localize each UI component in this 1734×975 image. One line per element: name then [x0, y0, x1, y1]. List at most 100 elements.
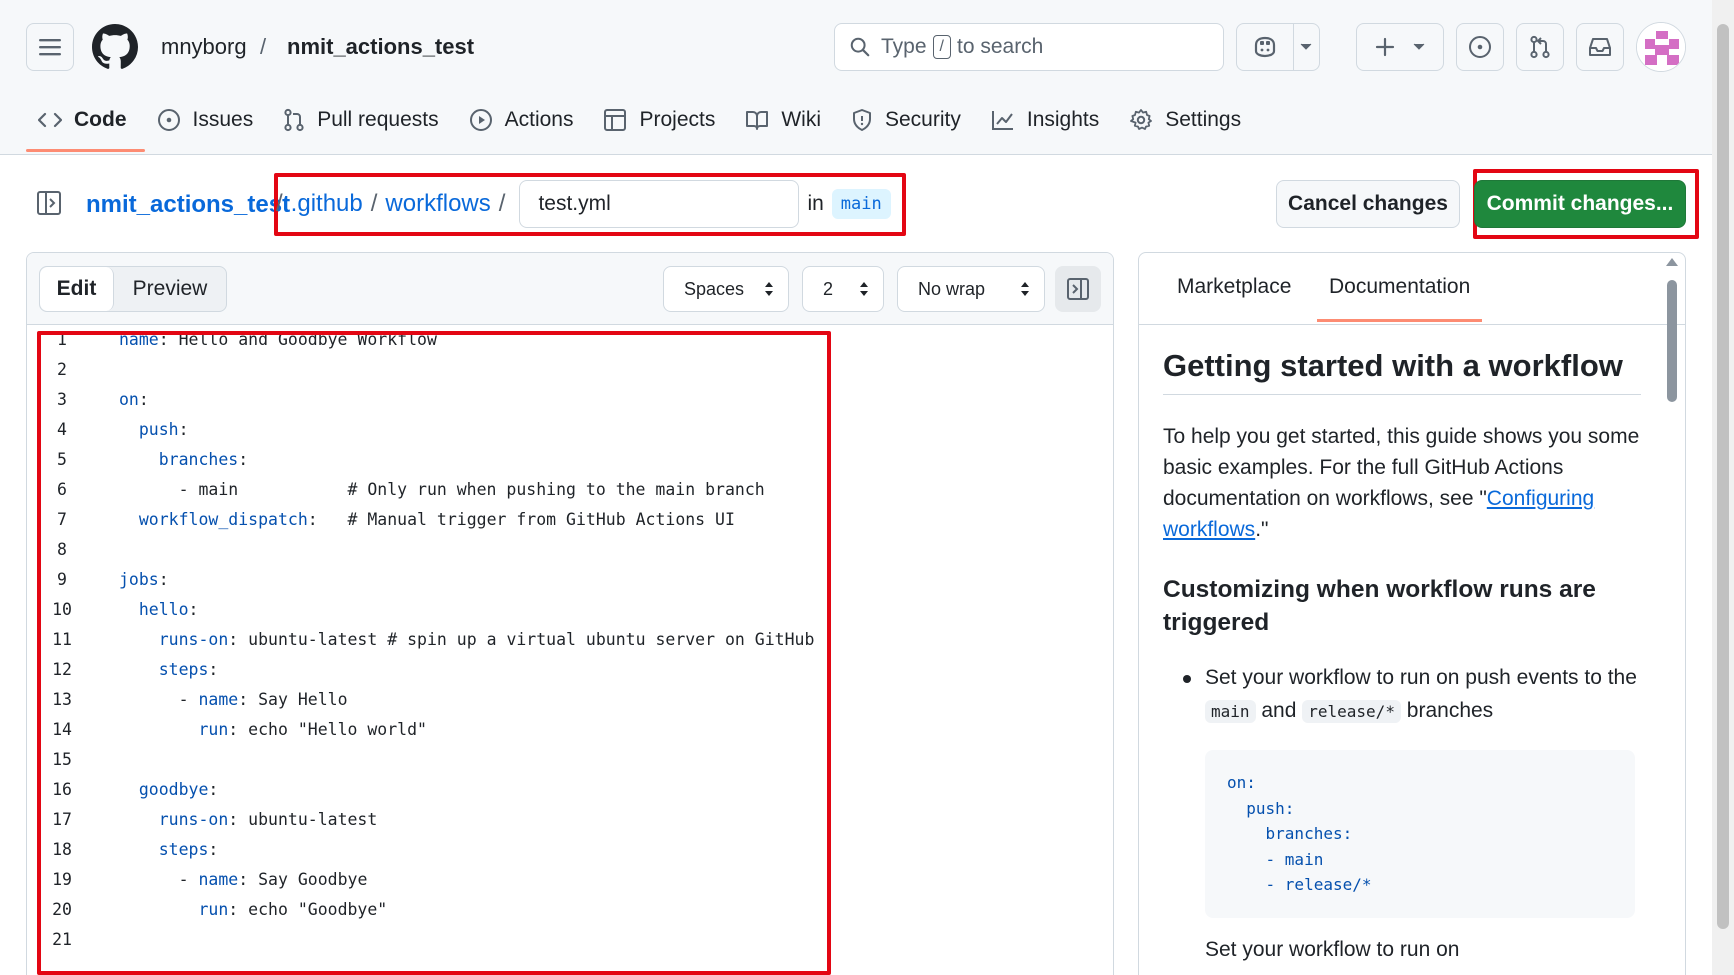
tab-issues[interactable]: Issues: [145, 96, 272, 144]
owner-repo-separator: /: [260, 34, 267, 59]
indent-size-value: 2: [823, 278, 834, 299]
repo-nav: Code Issues Pull requests Actions Projec…: [26, 96, 1259, 154]
shield-icon: [853, 109, 871, 131]
docs-title: Getting started with a workflow: [1163, 348, 1641, 395]
inline-code-release: release/*: [1302, 700, 1401, 723]
docs-intro: To help you get started, this guide show…: [1163, 421, 1641, 545]
tab-actions[interactable]: Actions: [457, 96, 592, 144]
docs-next-bullet: Set your workflow to run on: [1205, 937, 1460, 961]
tab-label: Code: [74, 108, 127, 131]
tab-projects[interactable]: Projects: [591, 96, 733, 144]
docs-scrollbar[interactable]: [1664, 258, 1680, 958]
tab-preview[interactable]: Preview: [114, 267, 226, 311]
indent-mode-value: Spaces: [684, 278, 745, 299]
issue-opened-icon: [1469, 36, 1491, 58]
tab-security[interactable]: Security: [839, 96, 979, 144]
code-highlight-box: [37, 331, 831, 975]
search-suffix: to search: [956, 35, 1044, 58]
repo-link[interactable]: nmit_actions_test: [287, 34, 474, 60]
copilot-icon: [1254, 36, 1275, 58]
table-icon: [604, 109, 627, 131]
pull-requests-button[interactable]: [1516, 23, 1564, 71]
cancel-changes-button[interactable]: Cancel changes: [1276, 180, 1460, 228]
owner-link[interactable]: mnyborg: [161, 34, 247, 60]
page-scrollbar[interactable]: [1712, 0, 1734, 975]
tab-edit[interactable]: Edit: [40, 267, 114, 311]
wrap-mode-value: No wrap: [918, 278, 986, 299]
edit-preview-toggle: Edit Preview: [39, 266, 227, 312]
toggle-docs-panel-button[interactable]: [1055, 266, 1101, 312]
tab-marketplace[interactable]: Marketplace: [1177, 275, 1291, 299]
sidebar-collapse-icon: [1067, 278, 1089, 300]
gear-icon: [1130, 109, 1153, 130]
wrap-mode-select[interactable]: No wrap: [897, 266, 1045, 312]
tab-label: Wiki: [781, 108, 821, 131]
docs-section-title: Customizing when workflow runs are trigg…: [1163, 576, 1596, 636]
tab-label: Pull requests: [317, 108, 439, 131]
plus-icon: [1375, 37, 1395, 57]
pull-request-icon: [284, 108, 304, 132]
breadcrumb: / .github / workflows / test.yml in main: [276, 176, 891, 232]
tab-pull-requests[interactable]: Pull requests: [271, 96, 456, 144]
code-icon: [38, 112, 62, 128]
bullet-text: branches: [1400, 699, 1494, 722]
select-arrows-icon: [1021, 282, 1029, 296]
tab-insights[interactable]: Insights: [979, 96, 1117, 144]
sidebar-expand-icon[interactable]: [36, 190, 62, 216]
search-shortcut-key: /: [932, 35, 951, 59]
docs-code-example: on: push: branches: - main - release/*: [1205, 750, 1635, 918]
graph-icon: [991, 111, 1013, 130]
breadcrumb-dir-workflows[interactable]: workflows: [385, 190, 490, 218]
path-separator: /: [498, 190, 506, 217]
tab-label: Projects: [639, 108, 716, 131]
indent-size-select[interactable]: 2: [802, 266, 884, 312]
tab-documentation[interactable]: Documentation: [1316, 275, 1483, 322]
editor-toolbar: Edit Preview Spaces 2 No wrap: [27, 253, 1113, 325]
docs-intro-end: .": [1255, 518, 1269, 541]
select-arrows-icon: [860, 282, 868, 296]
tab-settings[interactable]: Settings: [1117, 96, 1259, 144]
github-logo-icon[interactable]: [92, 24, 138, 70]
breadcrumb-dir-github[interactable]: .github: [291, 190, 363, 218]
branch-badge: main: [831, 189, 891, 219]
inbox-icon: [1589, 38, 1611, 56]
tab-label: Security: [885, 108, 961, 131]
indent-mode-select[interactable]: Spaces: [663, 266, 789, 312]
docs-tabs: Marketplace Documentation: [1139, 253, 1685, 325]
commit-changes-button[interactable]: Commit changes...: [1474, 180, 1686, 228]
search-icon: [850, 37, 870, 57]
docs-bullet: Set your workflow to run on push events …: [1163, 661, 1641, 728]
menu-button[interactable]: [26, 23, 74, 71]
tab-wiki[interactable]: Wiki: [733, 96, 839, 144]
tab-label: Insights: [1026, 108, 1100, 131]
book-icon: [746, 111, 769, 130]
search-input[interactable]: Type / to search: [834, 23, 1224, 71]
tab-label: Actions: [504, 108, 574, 131]
copilot-button[interactable]: [1236, 23, 1320, 71]
bullet-text: and: [1255, 699, 1303, 722]
select-arrows-icon: [765, 282, 773, 296]
issues-button[interactable]: [1456, 23, 1504, 71]
repo-header: mnyborg / nmit_actions_test Type / to se…: [0, 0, 1734, 155]
identicon-icon: [1637, 23, 1685, 71]
user-avatar[interactable]: [1636, 22, 1686, 72]
issue-icon: [157, 109, 180, 131]
bullet-text: Set your workflow to run on push events …: [1205, 666, 1637, 689]
filename-input[interactable]: test.yml: [519, 180, 800, 228]
path-separator: /: [370, 190, 378, 217]
tab-code[interactable]: Code: [26, 96, 145, 152]
path-separator: /: [276, 190, 283, 217]
tab-label: Settings: [1165, 108, 1242, 131]
search-prefix: Type: [881, 35, 927, 58]
inline-code-main: main: [1205, 700, 1256, 723]
create-new-button[interactable]: [1356, 23, 1444, 71]
chevron-down-icon: [1300, 43, 1312, 50]
tab-label: Issues: [192, 108, 254, 131]
page-scrollbar-thumb[interactable]: [1717, 24, 1729, 929]
filename-value: test.yml: [538, 192, 611, 215]
pull-request-icon: [1530, 35, 1550, 59]
breadcrumb-repo-link[interactable]: nmit_actions_test: [86, 191, 290, 219]
docs-content: Getting started with a workflow To help …: [1163, 348, 1641, 962]
branch-in-label: in: [807, 192, 824, 215]
inbox-button[interactable]: [1576, 23, 1624, 71]
